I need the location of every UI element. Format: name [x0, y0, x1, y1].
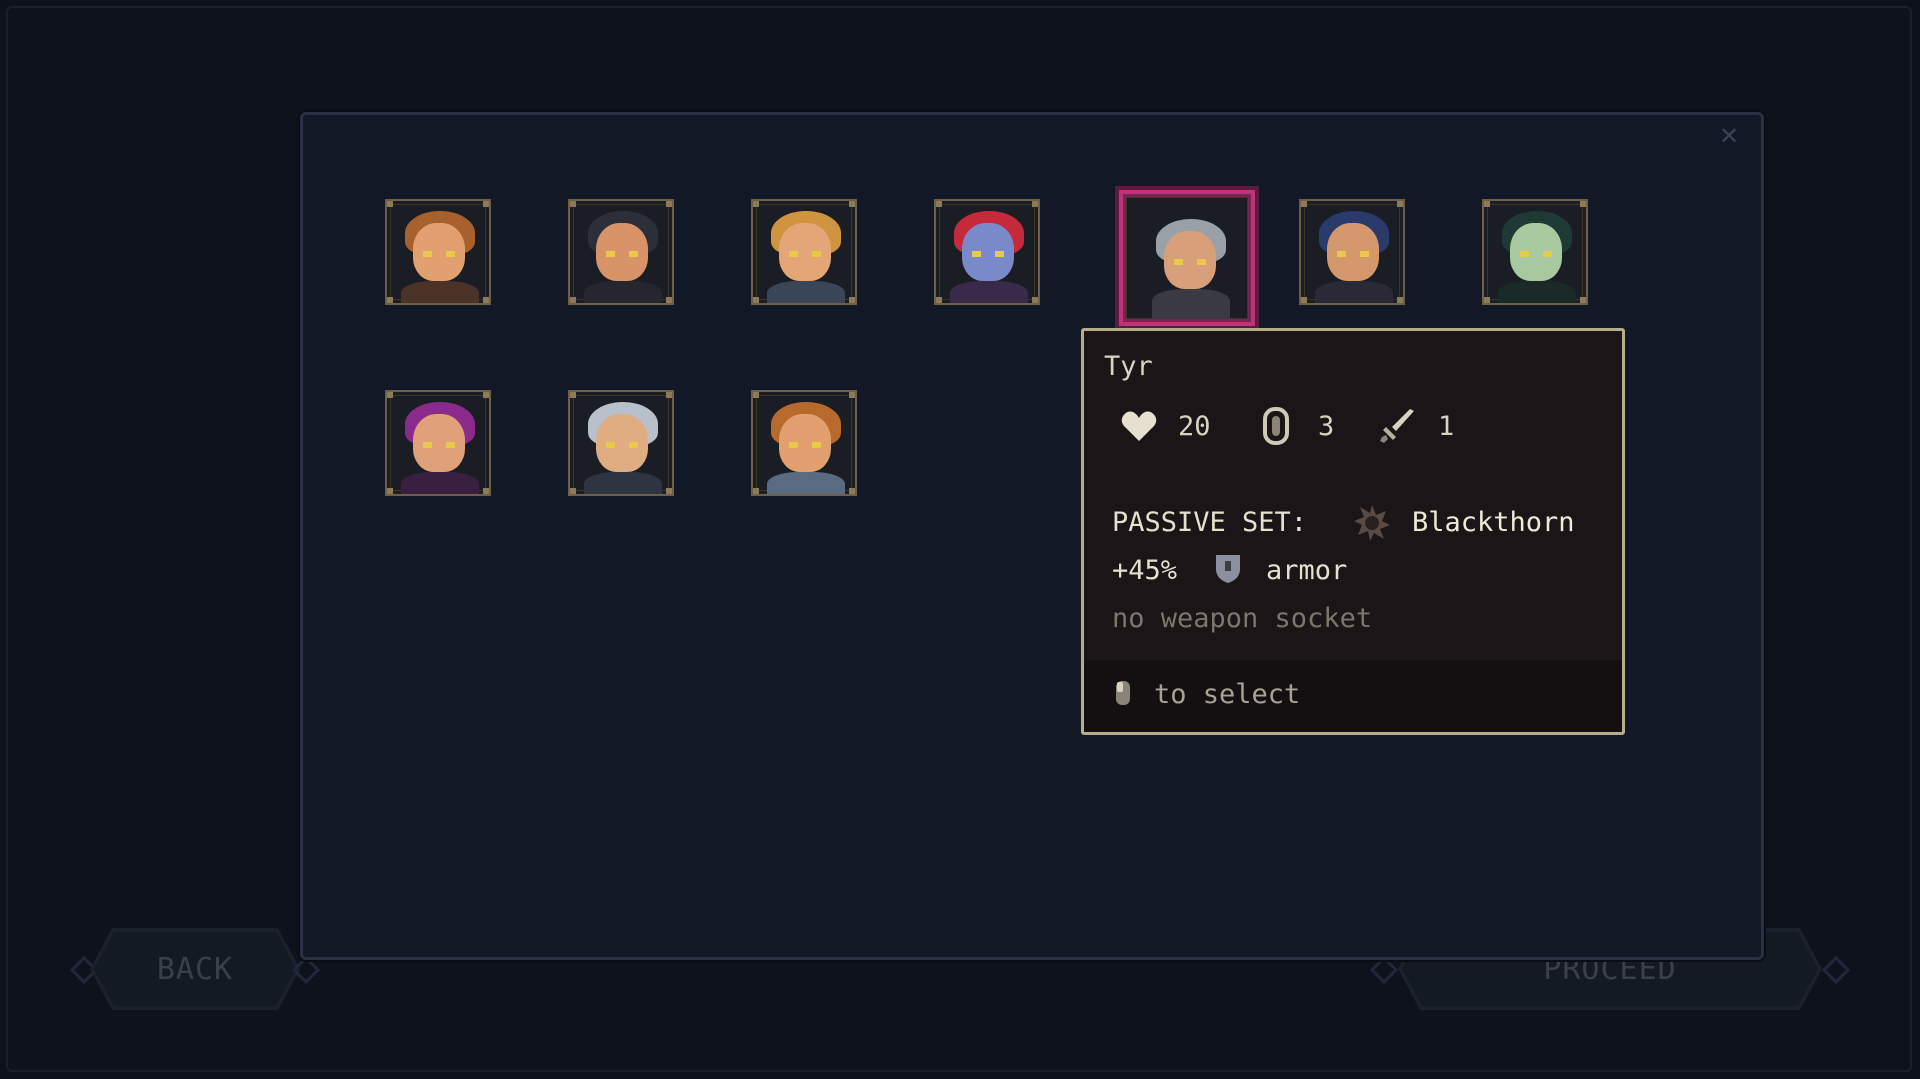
armor-shield-icon	[1216, 555, 1240, 583]
frame-corner	[936, 297, 942, 303]
frame-corner	[570, 201, 576, 207]
frame-corner	[666, 488, 672, 494]
frame-corner	[849, 201, 855, 207]
frame-corner	[387, 297, 393, 303]
character-portrait-10[interactable]	[751, 390, 857, 496]
frame-corner	[666, 297, 672, 303]
frame-corner	[1397, 201, 1403, 207]
frame-corner	[1397, 297, 1403, 303]
health-value: 20	[1178, 411, 1211, 442]
portrait-body	[767, 281, 845, 303]
frame-corner	[666, 201, 672, 207]
heart-icon	[1121, 411, 1157, 441]
frame-corner	[1032, 201, 1038, 207]
frame-corner	[1301, 201, 1307, 207]
frame-corner	[753, 392, 759, 398]
frame-corner	[570, 488, 576, 494]
character-portrait-2[interactable]	[568, 199, 674, 305]
frame-corner	[1032, 297, 1038, 303]
character-portrait-8[interactable]	[385, 390, 491, 496]
portrait-body	[1152, 289, 1230, 319]
portrait-body	[401, 472, 479, 494]
attack-value: 1	[1438, 411, 1455, 442]
portrait-eyes	[789, 442, 821, 448]
bonus-value: +45%	[1112, 555, 1178, 586]
portrait-eyes	[1337, 251, 1369, 257]
character-portrait-1[interactable]	[385, 199, 491, 305]
frame-corner	[1484, 201, 1490, 207]
character-portrait-3[interactable]	[751, 199, 857, 305]
character-portrait-7[interactable]	[1482, 199, 1588, 305]
frame-corner	[1580, 201, 1586, 207]
close-icon[interactable]: ✕	[1717, 124, 1741, 148]
frame-corner	[936, 201, 942, 207]
frame-corner	[753, 297, 759, 303]
portrait-body	[584, 472, 662, 494]
frame-corner	[387, 201, 393, 207]
portrait-body	[401, 281, 479, 303]
frame-corner	[387, 392, 393, 398]
passive-set-name: Blackthorn	[1412, 507, 1575, 538]
weapon-socket-note: no weapon socket	[1112, 603, 1373, 634]
character-portrait-9[interactable]	[568, 390, 674, 496]
back-button-label: BACK	[94, 932, 296, 1006]
select-hint: to select	[1154, 679, 1301, 710]
portrait-body	[1498, 281, 1576, 303]
character-portrait-6[interactable]	[1299, 199, 1405, 305]
frame-corner	[1580, 297, 1586, 303]
frame-corner	[570, 297, 576, 303]
portrait-eyes	[1174, 259, 1206, 265]
back-button[interactable]: BACK	[90, 928, 300, 1010]
character-portrait-5[interactable]	[1119, 190, 1255, 326]
armor-stat-value: 3	[1318, 411, 1335, 442]
character-portrait-4[interactable]	[934, 199, 1040, 305]
sword-icon	[1380, 409, 1414, 443]
frame-corner	[483, 297, 489, 303]
bonus-stat: armor	[1266, 555, 1348, 586]
passive-set-label: PASSIVE SET:	[1112, 507, 1308, 538]
portrait-eyes	[423, 251, 455, 257]
portrait-body	[767, 472, 845, 494]
armor-stat-icon	[1263, 407, 1289, 445]
portrait-eyes	[1520, 251, 1552, 257]
frame-corner	[483, 392, 489, 398]
frame-corner	[753, 488, 759, 494]
portrait-body	[1315, 281, 1393, 303]
portrait-body	[584, 281, 662, 303]
frame-corner	[666, 392, 672, 398]
portrait-eyes	[606, 442, 638, 448]
frame-corner	[1484, 297, 1490, 303]
portrait-eyes	[423, 442, 455, 448]
frame-corner	[849, 297, 855, 303]
frame-corner	[753, 201, 759, 207]
frame-corner	[1301, 297, 1307, 303]
blackthorn-icon	[1354, 505, 1390, 541]
frame-corner	[570, 392, 576, 398]
portrait-eyes	[972, 251, 1004, 257]
frame-corner	[483, 201, 489, 207]
mouse-click-icon	[1116, 681, 1130, 705]
character-tooltip: Tyr 20 3 1 PASSIVE SET: Blackthorn +45% …	[1081, 328, 1625, 735]
portrait-eyes	[606, 251, 638, 257]
portrait-eyes	[789, 251, 821, 257]
frame-corner	[849, 392, 855, 398]
portrait-body	[950, 281, 1028, 303]
frame-corner	[387, 488, 393, 494]
character-name: Tyr	[1104, 351, 1153, 382]
frame-corner	[849, 488, 855, 494]
frame-corner	[483, 488, 489, 494]
